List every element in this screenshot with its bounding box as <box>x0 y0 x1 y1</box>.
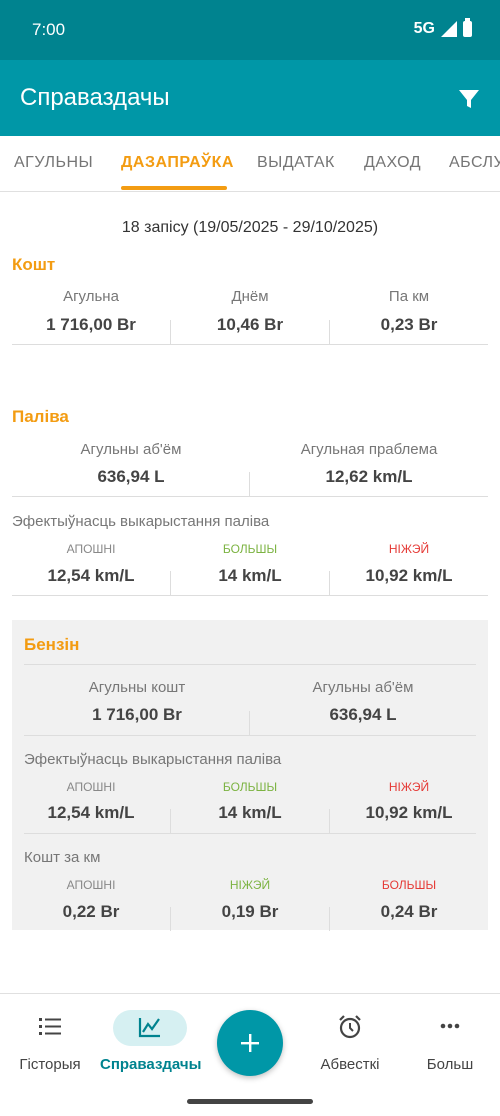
plus-icon <box>241 1034 259 1052</box>
battery-icon <box>463 18 472 37</box>
cost-total-label: Агульна <box>63 288 119 305</box>
nav-label-history: Гісторыя <box>19 1056 81 1073</box>
list-icon <box>39 1018 61 1035</box>
more-dots-icon <box>440 1023 460 1029</box>
cost-per-km-value: 0,23 Br <box>380 315 438 334</box>
tab-income[interactable]: ДАХОД <box>364 154 421 172</box>
page-title: Справаздачы <box>20 84 170 111</box>
petrol-total-cost-value: 1 716,00 Br <box>92 705 182 724</box>
cost-total-value: 1 716,00 Br <box>46 315 136 334</box>
petrol-efficiency-title: Эфектыўнасць выкарыстання паліва <box>24 751 282 768</box>
cpk-latest-value: 0,22 Br <box>62 902 120 921</box>
petrol-total-volume-value: 636,94 L <box>329 705 397 724</box>
tab-bar: АГУЛЬНЫ ДАЗАПРАЎКА ВЫДАТАК ДАХОД АБСЛУ <box>0 136 500 192</box>
divider <box>329 320 330 344</box>
cpk-latest-label: АПОШНІ <box>66 878 116 892</box>
divider <box>170 907 171 931</box>
fuel-eff-max-label: БОЛЬШЫ <box>222 542 278 556</box>
divider <box>329 809 330 833</box>
chart-icon <box>138 1018 160 1038</box>
nav-label-more: Больш <box>426 1056 474 1073</box>
nav-label-reminders: Абвесткі <box>320 1056 380 1073</box>
divider <box>249 472 250 496</box>
divider <box>170 571 171 595</box>
petrol-eff-min-label: НІЖЭЙ <box>388 780 430 794</box>
app-bar: Справаздачы <box>0 60 500 136</box>
tab-refueling[interactable]: ДАЗАПРАЎКА <box>121 154 234 172</box>
tab-service[interactable]: АБСЛУ <box>449 154 500 172</box>
divider <box>329 571 330 595</box>
petrol-section-title: Бензін <box>24 635 80 654</box>
divider <box>170 320 171 344</box>
divider <box>170 809 171 833</box>
petrol-eff-max-label: БОЛЬШЫ <box>222 780 278 794</box>
cpk-max-value: 0,24 Br <box>380 902 438 921</box>
cpk-min-label: НІЖЭЙ <box>229 878 271 892</box>
status-bar: 7:00 5G <box>0 0 500 60</box>
petrol-eff-max-value: 14 km/L <box>218 803 282 822</box>
fuel-eff-latest-label: АПОШНІ <box>66 542 116 556</box>
network-type: 5G <box>413 20 435 37</box>
tab-expense[interactable]: ВЫДАТАК <box>257 154 335 172</box>
add-button[interactable] <box>217 1010 283 1076</box>
fuel-eff-min-value: 10,92 km/L <box>365 566 453 585</box>
divider <box>24 664 476 665</box>
cost-section-title: Кошт <box>12 255 56 274</box>
petrol-eff-latest-label: АПОШНІ <box>66 780 116 794</box>
fuel-section-title: Паліва <box>12 407 69 426</box>
fuel-eff-max-value: 14 km/L <box>218 566 282 585</box>
fuel-total-volume-value: 636,94 L <box>97 467 165 486</box>
divider <box>329 907 330 931</box>
cost-per-km-label: Па км <box>388 288 430 305</box>
fuel-total-problem-value: 12,62 km/L <box>325 467 413 486</box>
tab-general[interactable]: АГУЛЬНЫ <box>14 154 93 172</box>
petrol-eff-latest-value: 12,54 km/L <box>47 803 135 822</box>
filter-icon[interactable] <box>458 88 480 110</box>
alarm-clock-icon <box>339 1015 361 1039</box>
fuel-total-volume-label: Агульны аб'ём <box>80 441 182 458</box>
divider <box>249 711 250 735</box>
cpk-min-value: 0,19 Br <box>221 902 279 921</box>
home-indicator[interactable] <box>187 1099 313 1104</box>
divider <box>12 595 488 596</box>
cost-per-day-label: Днём <box>231 288 269 305</box>
cost-per-km-title: Кошт за км <box>24 849 101 866</box>
cpk-max-label: БОЛЬШЫ <box>381 878 437 892</box>
petrol-total-volume-label: Агульны аб'ём <box>312 679 414 696</box>
status-indicators: 5G <box>413 18 472 38</box>
fuel-efficiency-title: Эфектыўнасць выкарыстання паліва <box>12 513 270 530</box>
tab-indicator <box>121 186 227 190</box>
divider <box>24 833 476 834</box>
signal-icon <box>441 21 457 37</box>
status-time: 7:00 <box>32 20 66 39</box>
cost-per-day-value: 10,46 Br <box>216 315 284 334</box>
petrol-total-cost-label: Агульны кошт <box>88 679 186 696</box>
fuel-eff-latest-value: 12,54 km/L <box>47 566 135 585</box>
petrol-eff-min-value: 10,92 km/L <box>365 803 453 822</box>
divider <box>12 496 488 497</box>
nav-label-reports: Справаздачы <box>100 1056 202 1073</box>
divider <box>24 735 476 736</box>
fuel-eff-min-label: НІЖЭЙ <box>388 542 430 556</box>
records-summary: 18 запісу (19/05/2025 - 29/10/2025) <box>121 219 379 236</box>
fuel-total-problem-label: Агульная праблема <box>300 441 438 458</box>
divider <box>12 344 488 345</box>
